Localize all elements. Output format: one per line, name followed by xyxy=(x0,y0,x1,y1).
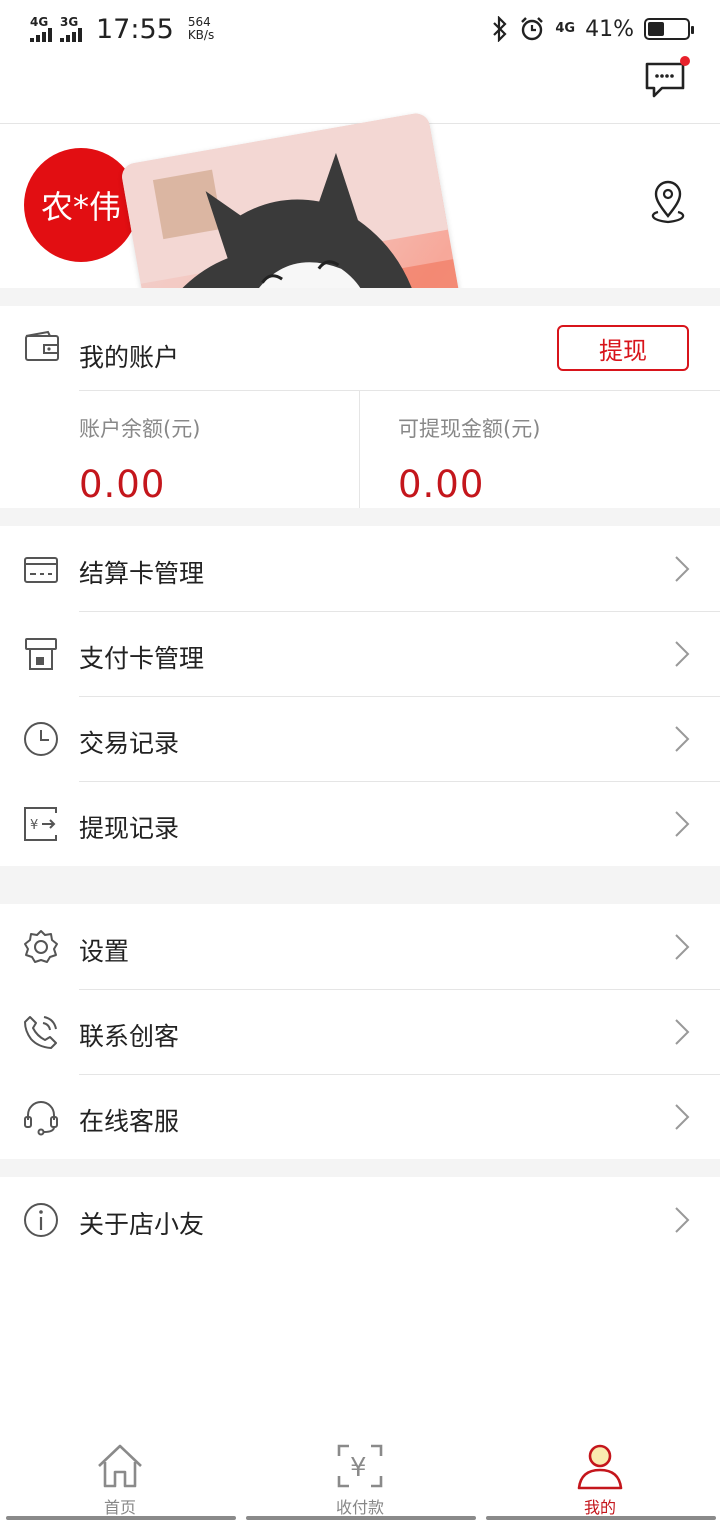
clock-icon xyxy=(24,722,58,756)
card-menu: 结算卡管理 支付卡管理 交易记录 ¥ 提现记录 xyxy=(0,526,720,866)
chevron-right-icon xyxy=(675,641,690,667)
support-menu: 设置 联系创客 在线客服 xyxy=(0,904,720,1159)
menu-item-label: 关于店小友 xyxy=(79,1210,205,1239)
menu-item-payment-card[interactable]: 支付卡管理 xyxy=(0,611,720,696)
account-card: 我的账户 提现 账户余额(元) 0.00 可提现金额(元) 0.00 xyxy=(0,306,720,508)
chevron-right-icon xyxy=(675,1104,690,1130)
phone-icon xyxy=(24,1016,57,1049)
svg-text:¥: ¥ xyxy=(350,1453,367,1483)
profile-section: 农*伟 xyxy=(0,111,720,489)
network-type-label: 4G xyxy=(555,21,576,36)
battery-percent: 41% xyxy=(585,16,634,42)
status-bar: 4G 3G 17:55 564 KB/s 4G 41% xyxy=(0,0,720,58)
info-icon xyxy=(24,1203,58,1237)
menu-item-settings[interactable]: 设置 xyxy=(0,904,720,989)
network-type-label: 3G xyxy=(60,15,79,29)
gear-icon xyxy=(24,930,58,963)
chevron-right-icon xyxy=(675,726,690,752)
battery-level xyxy=(648,22,664,36)
header-bar xyxy=(0,56,720,124)
withdraw-button[interactable]: 提现 xyxy=(557,325,689,371)
chevron-right-icon xyxy=(675,811,690,837)
menu-item-contact[interactable]: 联系创客 xyxy=(0,989,720,1074)
speed-unit: KB/s xyxy=(187,28,215,42)
menu-item-about[interactable]: 关于店小友 xyxy=(0,1177,720,1262)
battery-icon xyxy=(644,18,694,40)
menu-item-label: 在线客服 xyxy=(79,1107,180,1136)
chevron-right-icon xyxy=(675,934,690,960)
unread-dot xyxy=(680,56,690,66)
tab-payment[interactable]: ¥ 收付款 xyxy=(240,1432,480,1520)
headset-icon xyxy=(24,1101,58,1136)
network-speed: 564 KB/s xyxy=(188,16,214,42)
withdraw-record-icon: ¥ xyxy=(24,807,57,841)
section-gap xyxy=(0,288,720,306)
tab-indicator xyxy=(6,1516,236,1520)
clock-time: 17:55 xyxy=(96,13,174,45)
balance-label: 账户余额(元) xyxy=(79,417,201,441)
settlement-card-icon xyxy=(24,557,58,583)
withdrawable-label: 可提现金额(元) xyxy=(398,417,541,441)
bottom-nav: 首页 ¥ 收付款 我的 xyxy=(0,1432,720,1520)
payment-card-icon xyxy=(25,638,57,670)
menu-item-settlement-card[interactable]: 结算卡管理 xyxy=(0,526,720,611)
svg-text:¥: ¥ xyxy=(30,818,38,833)
tab-home[interactable]: 首页 xyxy=(0,1432,240,1520)
message-button[interactable] xyxy=(644,56,690,100)
chat-bubble-icon xyxy=(645,62,685,98)
about-menu: 关于店小友 xyxy=(0,1177,720,1262)
tab-label: 我的 xyxy=(583,1498,616,1517)
location-pin-icon xyxy=(651,180,685,224)
tab-label: 收付款 xyxy=(335,1498,384,1517)
wallet-icon xyxy=(25,330,59,361)
tab-mine[interactable]: 我的 xyxy=(480,1432,720,1520)
tab-indicator xyxy=(486,1516,716,1520)
balance-value: 0.00 xyxy=(79,463,166,506)
withdrawable-value: 0.00 xyxy=(398,463,485,506)
section-gap xyxy=(0,866,720,904)
user-name: 农*伟 xyxy=(40,188,121,226)
signal-bars-icon xyxy=(60,28,82,42)
menu-item-label: 支付卡管理 xyxy=(79,644,205,673)
menu-item-label: 提现记录 xyxy=(79,814,180,843)
withdrawable-block: 可提现金额(元) 0.00 xyxy=(360,391,720,508)
menu-item-transactions[interactable]: 交易记录 xyxy=(0,696,720,781)
menu-item-label: 设置 xyxy=(79,937,130,966)
menu-item-label: 联系创客 xyxy=(79,1022,180,1051)
avatar[interactable]: 农*伟 xyxy=(24,148,138,262)
balance-block: 账户余额(元) 0.00 xyxy=(0,391,360,508)
menu-item-label: 结算卡管理 xyxy=(79,559,205,588)
account-header: 我的账户 提现 xyxy=(0,306,720,390)
bluetooth-icon xyxy=(493,16,507,42)
home-icon xyxy=(98,1444,142,1488)
chevron-right-icon xyxy=(675,556,690,582)
alarm-icon xyxy=(521,17,544,41)
network-type-label: 4G xyxy=(30,15,49,29)
tab-indicator xyxy=(246,1516,476,1520)
signal-bars-icon xyxy=(30,28,52,42)
menu-item-online-service[interactable]: 在线客服 xyxy=(0,1074,720,1159)
tab-label: 首页 xyxy=(103,1498,136,1517)
menu-item-label: 交易记录 xyxy=(79,729,180,758)
account-title: 我的账户 xyxy=(79,343,180,372)
user-icon xyxy=(577,1444,623,1490)
chevron-right-icon xyxy=(675,1207,690,1233)
location-button[interactable] xyxy=(646,180,690,226)
signal-3g: 3G xyxy=(60,16,82,42)
signal-4g: 4G xyxy=(30,16,52,42)
section-gap xyxy=(0,508,720,526)
yuan-scan-icon: ¥ xyxy=(337,1444,383,1488)
menu-item-withdraw-records[interactable]: ¥ 提现记录 xyxy=(0,781,720,866)
chevron-right-icon xyxy=(675,1019,690,1045)
section-gap xyxy=(0,1159,720,1177)
